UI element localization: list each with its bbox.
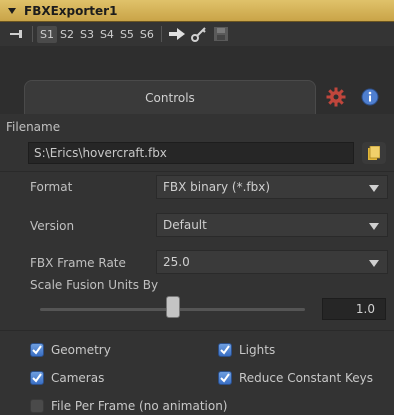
cameras-checkbox[interactable]: Cameras: [30, 371, 104, 385]
chevron-down-icon: [369, 260, 379, 267]
format-dropdown[interactable]: FBX binary (*.fbx): [156, 175, 388, 199]
version-label: Version: [30, 219, 75, 233]
scale-label: Scale Fusion Units By: [30, 278, 159, 292]
node-title-bar[interactable]: FBXExporter1: [0, 0, 394, 22]
slot-s1[interactable]: S1: [37, 25, 57, 43]
gear-icon: [326, 87, 346, 107]
version-toolbar: S1 S2 S3 S4 S5 S6: [0, 22, 394, 46]
key-icon[interactable]: [190, 26, 207, 42]
version-value: Default: [163, 218, 207, 232]
filename-input[interactable]: S:\Erics\hovercraft.fbx: [28, 142, 354, 164]
browse-button[interactable]: [362, 142, 386, 164]
checkmark-icon: [218, 371, 232, 385]
arrow-right-icon[interactable]: [168, 26, 185, 42]
checkmark-icon: [30, 371, 44, 385]
lights-checkbox[interactable]: Lights: [218, 343, 275, 357]
frame-rate-value: 25.0: [163, 255, 190, 269]
info-icon: [361, 88, 379, 106]
cameras-label: Cameras: [51, 371, 105, 385]
tab-controls[interactable]: Controls: [24, 80, 316, 114]
filename-label: Filename: [6, 120, 61, 134]
checkmark-icon: [30, 343, 44, 357]
pin-icon[interactable]: [9, 26, 25, 42]
reduce-keys-label: Reduce Constant Keys: [239, 371, 373, 385]
geometry-label: Geometry: [51, 343, 111, 357]
version-dropdown[interactable]: Default: [156, 213, 388, 237]
save-icon[interactable]: [213, 26, 229, 42]
toolbar-divider: [32, 26, 33, 42]
slot-s5[interactable]: S5: [117, 26, 137, 43]
tab-controls-label: Controls: [145, 90, 195, 105]
checkbox-empty-icon: [30, 399, 44, 413]
node-title: FBXExporter1: [24, 3, 118, 18]
frame-rate-dropdown[interactable]: 25.0: [156, 250, 388, 274]
scale-value-input[interactable]: 1.0: [322, 298, 386, 320]
scale-slider-handle[interactable]: [166, 296, 180, 318]
tab-settings[interactable]: [322, 84, 350, 110]
lights-label: Lights: [239, 343, 276, 357]
format-label: Format: [30, 180, 73, 194]
file-per-frame-label: File Per Frame (no animation): [51, 399, 228, 413]
folder-icon: [368, 146, 380, 160]
frame-rate-label: FBX Frame Rate: [30, 256, 126, 270]
format-value: FBX binary (*.fbx): [163, 180, 271, 194]
tab-info[interactable]: [356, 84, 384, 110]
chevron-down-icon: [369, 185, 379, 192]
slot-s2[interactable]: S2: [57, 26, 77, 43]
divider: [0, 171, 394, 172]
collapse-triangle-icon[interactable]: [8, 7, 16, 14]
checkmark-icon: [218, 343, 232, 357]
reduce-keys-checkbox[interactable]: Reduce Constant Keys: [218, 371, 373, 385]
slot-s6[interactable]: S6: [137, 26, 157, 43]
geometry-checkbox[interactable]: Geometry: [30, 343, 111, 357]
slot-s3[interactable]: S3: [77, 26, 97, 43]
file-per-frame-checkbox[interactable]: File Per Frame (no animation): [30, 399, 227, 413]
chevron-down-icon: [369, 223, 379, 230]
slot-s4[interactable]: S4: [97, 26, 117, 43]
toolbar-divider: [160, 26, 162, 42]
divider: [0, 330, 394, 331]
tab-bar: Controls: [0, 80, 394, 114]
